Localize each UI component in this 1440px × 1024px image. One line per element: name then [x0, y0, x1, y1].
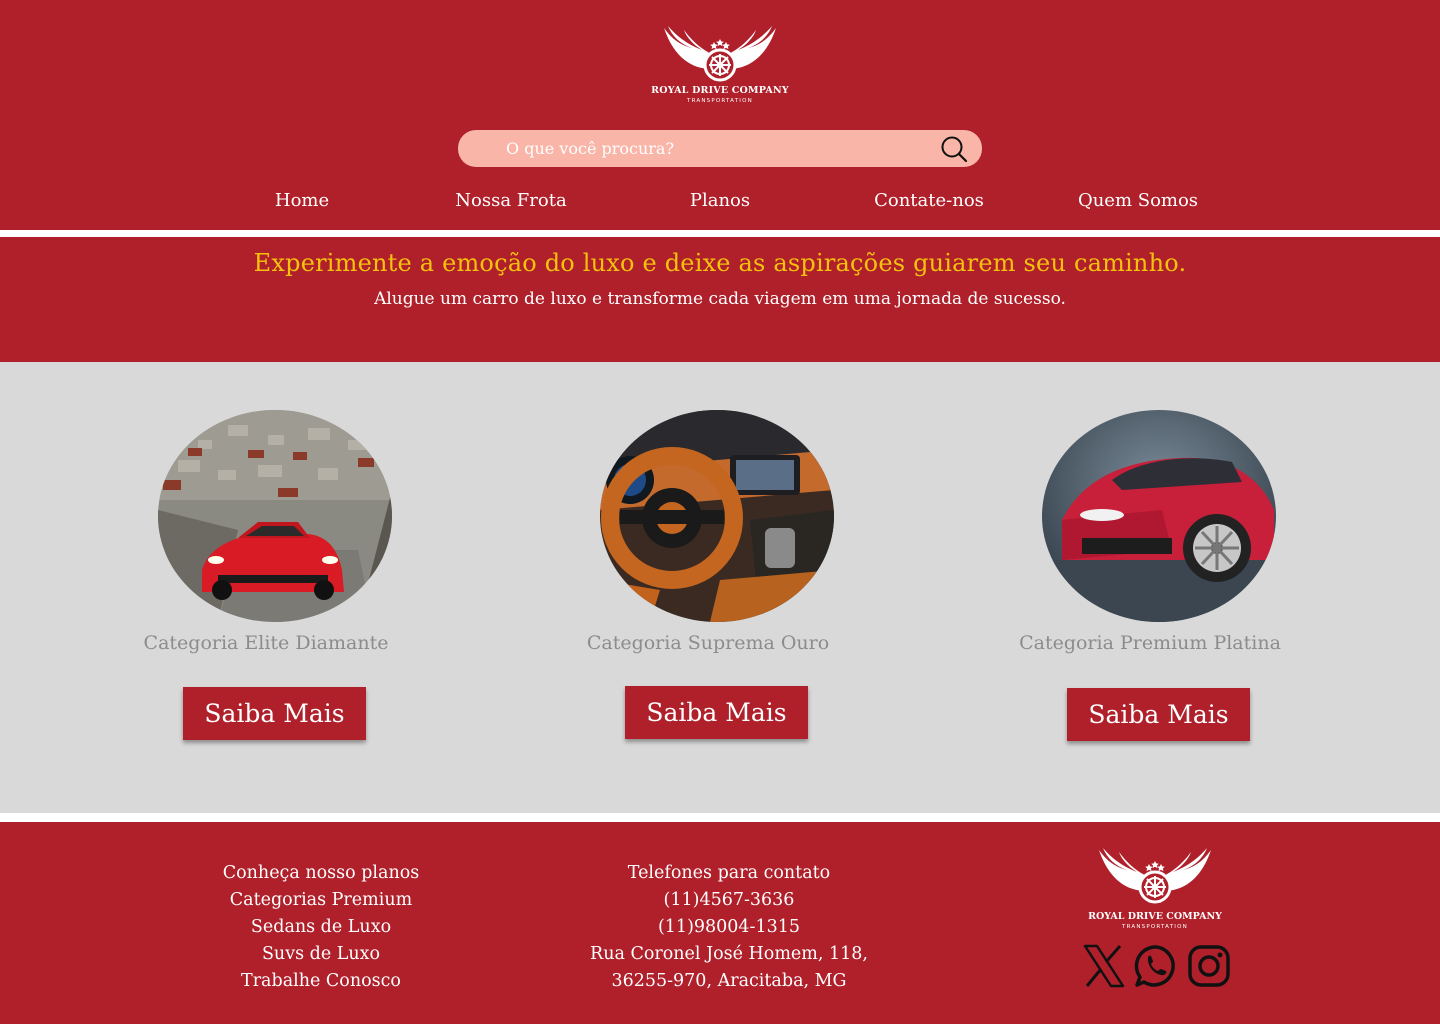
whatsapp-icon [1134, 945, 1175, 987]
contact-phone[interactable]: (11)4567-3636 [560, 887, 898, 914]
nav-planos[interactable]: Planos [690, 190, 750, 211]
x-social-link[interactable] [1082, 944, 1126, 988]
footer-link-categorias-premium[interactable]: Categorias Premium [180, 887, 462, 914]
footer-contact: Telefones para contato (11)4567-3636 (11… [560, 860, 898, 995]
instagram-social-link[interactable] [1187, 944, 1231, 988]
category-title: Categoria Elite Diamante [143, 632, 389, 654]
brand-tagline: TRANSPORTATION [1122, 924, 1188, 930]
footer-link-planos[interactable]: Conheça nosso planos [180, 860, 462, 887]
site-footer: Conheça nosso planos Categorias Premium … [0, 822, 1440, 1024]
search-button[interactable] [940, 135, 968, 163]
footer-link-trabalhe-conosco[interactable]: Trabalhe Conosco [180, 968, 462, 995]
winged-wheel-icon [664, 26, 776, 82]
category-card-premium-platina: Categoria Premium Platina Saiba Mais [1000, 410, 1300, 750]
category-title: Categoria Suprema Ouro [586, 632, 830, 654]
search-icon [941, 136, 968, 163]
brand-logo[interactable]: ROYAL DRIVE COMPANY TRANSPORTATION [640, 22, 800, 108]
category-title: Categoria Premium Platina [1019, 632, 1281, 654]
nav-nossa-frota[interactable]: Nossa Frota [455, 190, 566, 211]
nav-quem-somos[interactable]: Quem Somos [1078, 190, 1198, 211]
categories-section: Categoria Elite Diamante Saiba Mais Cate… [0, 362, 1440, 813]
hero-headline: Experimente a emoção do luxo e deixe as … [253, 249, 1187, 277]
saiba-mais-button[interactable]: Saiba Mais [625, 686, 808, 739]
main-nav: Home Nossa Frota Planos Contate-nos Quem… [0, 190, 1440, 218]
category-card-suprema-ouro: Categoria Suprema Ouro Saiba Mais [558, 410, 858, 750]
contact-phone[interactable]: (11)98004-1315 [560, 914, 898, 941]
nav-home[interactable]: Home [275, 190, 329, 211]
saiba-mais-button[interactable]: Saiba Mais [1067, 688, 1250, 741]
brand-tagline: TRANSPORTATION [687, 98, 753, 104]
footer-link-sedans[interactable]: Sedans de Luxo [180, 914, 462, 941]
winged-wheel-icon [1099, 848, 1211, 904]
divider [0, 813, 1440, 822]
contact-title: Telefones para contato [627, 863, 831, 883]
hero-banner: Experimente a emoção do luxo e deixe as … [0, 237, 1440, 362]
site-header: ROYAL DRIVE COMPANY TRANSPORTATION Home … [0, 0, 1440, 230]
category-image-luxury-interior[interactable] [600, 410, 834, 622]
category-image-red-sports-car-town[interactable] [158, 410, 392, 622]
footer-links: Conheça nosso planos Categorias Premium … [180, 860, 462, 995]
whatsapp-social-link[interactable] [1134, 944, 1178, 988]
divider [0, 230, 1440, 237]
contact-address: 36255-970, Aracitaba, MG [611, 971, 847, 991]
hero-subheadline: Alugue um carro de luxo e transforme cad… [374, 289, 1066, 309]
footer-link-suvs[interactable]: Suvs de Luxo [180, 941, 462, 968]
footer-brand-logo[interactable]: ROYAL DRIVE COMPANY TRANSPORTATION [1075, 844, 1235, 930]
saiba-mais-button[interactable]: Saiba Mais [183, 687, 366, 740]
category-image-red-gullwing-car[interactable] [1042, 410, 1276, 622]
search-input[interactable] [506, 130, 926, 167]
search-bar [458, 130, 982, 167]
nav-contate-nos[interactable]: Contate-nos [874, 190, 984, 211]
instagram-icon [1188, 945, 1230, 987]
x-icon [1083, 944, 1125, 988]
contact-address: Rua Coronel José Homem, 118, [590, 944, 868, 964]
brand-name: ROYAL DRIVE COMPANY [1088, 911, 1222, 922]
brand-name: ROYAL DRIVE COMPANY [651, 85, 789, 96]
category-card-elite-diamante: Categoria Elite Diamante Saiba Mais [116, 410, 416, 750]
